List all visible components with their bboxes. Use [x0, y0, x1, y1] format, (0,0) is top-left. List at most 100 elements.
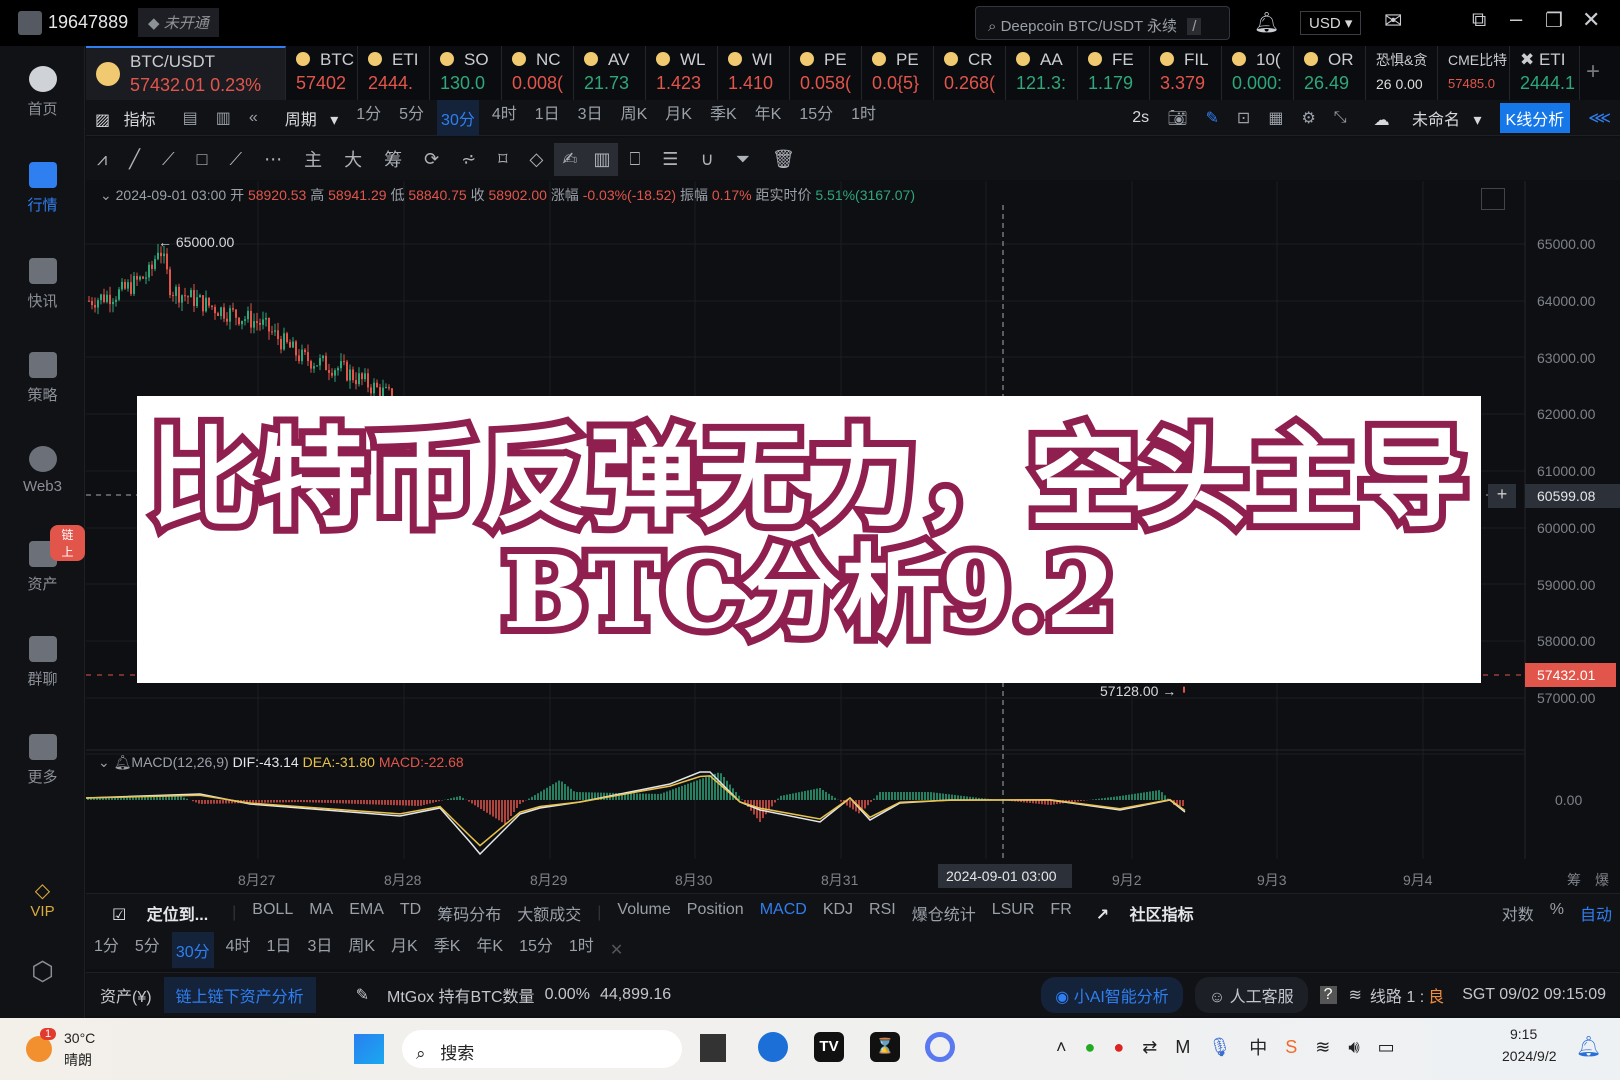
kline-analysis-button[interactable]: K线分析	[1499, 102, 1571, 133]
bookmark-icon[interactable]: ⌑	[498, 149, 507, 170]
main-force-button[interactable]: 主	[304, 146, 322, 172]
bell-icon[interactable]: 🔔︎	[1254, 10, 1279, 35]
tray-switch-icon[interactable]: ⇄	[1142, 1037, 1157, 1058]
ticker-item[interactable]: WI 1.410	[718, 46, 790, 100]
sidebar-item-chat[interactable]: 群聊	[0, 636, 85, 689]
chips-button[interactable]: 筹	[384, 146, 402, 172]
sidebar-item-more[interactable]: 更多	[0, 734, 85, 787]
segment-tool-icon[interactable]: ⟋	[229, 149, 242, 170]
windows-start-icon[interactable]	[354, 1034, 384, 1064]
edit-icon[interactable]: ✎	[356, 985, 369, 1005]
ticker-item[interactable]: BTC 57402	[286, 46, 358, 100]
sidebar-item-vip[interactable]: ◇ VIP	[0, 878, 85, 920]
ime-indicator[interactable]: 中	[1249, 1034, 1267, 1060]
indicator-toggle[interactable]: MA	[309, 901, 333, 925]
layout-icon[interactable]: ▥	[216, 108, 231, 128]
sidebar-item-home[interactable]: 首页	[0, 66, 85, 119]
close-icon[interactable]: ✕	[610, 940, 623, 960]
period-tab[interactable]: 1分	[94, 932, 119, 968]
sogou-icon[interactable]: S	[1285, 1037, 1297, 1058]
collapse-icon[interactable]: ⌄	[100, 187, 112, 203]
eraser-icon[interactable]: ◇	[530, 149, 544, 170]
period-tab[interactable]: 季K	[710, 100, 737, 136]
ticker-item[interactable]: PE 0.0{5}	[862, 46, 934, 100]
big-order-button[interactable]: 大	[344, 146, 362, 172]
locate-button[interactable]: ☑ 定位到...	[104, 901, 216, 925]
period-tab[interactable]: 15分	[519, 932, 553, 968]
period-tab[interactable]: 3日	[578, 100, 603, 136]
collapse-icon[interactable]: ⤡	[1334, 109, 1347, 127]
collapse-icon[interactable]: ⌄	[98, 754, 110, 770]
notification-bell-icon[interactable]: 🔔︎	[1576, 1034, 1601, 1059]
wifi-icon[interactable]: ≋	[1315, 1037, 1330, 1058]
period-tab[interactable]: 季K	[434, 932, 461, 968]
log-scale-toggle[interactable]: 对数	[1502, 901, 1534, 925]
edit-list-icon[interactable]: ☰	[662, 149, 678, 170]
filter-icon[interactable]: ⏷	[736, 149, 750, 170]
pencil-icon[interactable]: ✎	[1206, 108, 1219, 128]
fullscreen-icon[interactable]	[1481, 188, 1505, 210]
ticker-main[interactable]: BTC/USDT 57432.01 0.23%	[86, 46, 286, 100]
taskbar-clock[interactable]: 9:15	[1510, 1026, 1537, 1042]
minimize-icon[interactable]: –	[1510, 6, 1522, 32]
line-tool-icon[interactable]: ╱	[129, 149, 140, 170]
lock-icon[interactable]: ⎕	[629, 149, 640, 170]
period-tab[interactable]: 1日	[267, 932, 292, 968]
mail-icon[interactable]: ✉	[1384, 8, 1402, 34]
avatar[interactable]	[18, 11, 42, 35]
indicator-toggle[interactable]: Position	[687, 901, 744, 925]
community-indicators-button[interactable]: ↗ 社区指标	[1088, 901, 1202, 925]
alert-bell-icon[interactable]: 🔔︎	[114, 754, 132, 770]
refresh-interval[interactable]: 2s	[1132, 109, 1149, 127]
app-deepcoin-icon[interactable]	[758, 1032, 788, 1062]
microphone-icon[interactable]: 🎙︎	[1208, 1037, 1231, 1058]
ticker-cme[interactable]: CME比特 57485.0	[1438, 46, 1510, 100]
task-view-icon[interactable]	[700, 1034, 726, 1062]
period-tab[interactable]: 5分	[135, 932, 160, 968]
close-icon[interactable]: ✕	[1582, 7, 1600, 33]
settings-icon[interactable]: ⚙	[1301, 108, 1315, 128]
indicator-toggle[interactable]: MACD	[760, 901, 807, 925]
ticker-item[interactable]: AV 21.73	[574, 46, 646, 100]
indicator-toggle[interactable]: 爆仓统计	[912, 901, 976, 925]
period-tab[interactable]: 月K	[391, 932, 418, 968]
layout-save-dropdown[interactable]: ☁ 未命名 ▾	[1365, 106, 1482, 130]
settings-icon[interactable]: ⬡	[0, 956, 85, 987]
rect-tool-icon[interactable]: □	[197, 149, 208, 170]
more-tools-icon[interactable]: ⋯	[264, 149, 282, 170]
currency-select[interactable]: USD ▾	[1300, 11, 1362, 35]
sidebar-item-assets[interactable]: 资产 链上	[0, 525, 85, 594]
calendar-icon[interactable]: ▤	[183, 108, 198, 128]
period-tab[interactable]: 4时	[226, 932, 251, 968]
period-tab[interactable]: 1时	[569, 932, 594, 968]
crosshair-add-icon[interactable]: +	[1488, 484, 1516, 508]
indicator-toggle[interactable]: Volume	[617, 901, 670, 925]
period-tab[interactable]: 年K	[476, 932, 503, 968]
indicator-toggle[interactable]: BOLL	[252, 901, 293, 925]
ticker-item[interactable]: SO 130.0	[430, 46, 502, 100]
period-tab[interactable]: 30分	[437, 99, 479, 136]
indicator-toggle[interactable]: 筹码分布	[437, 901, 501, 925]
rewind-icon[interactable]: «	[249, 109, 258, 127]
candles-icon[interactable]: ▥	[585, 142, 619, 176]
indicator-toggle[interactable]: 大额成交	[517, 901, 581, 925]
ticker-eth[interactable]: ✖ ETI 2444.1	[1510, 46, 1580, 100]
tray-m-icon[interactable]: M	[1175, 1037, 1190, 1058]
period-tab[interactable]: 周K	[621, 100, 648, 136]
ticker-item[interactable]: FE 1.179	[1078, 46, 1150, 100]
tray-v-icon[interactable]: ●	[1113, 1037, 1124, 1058]
magnet-icon[interactable]: ∪	[700, 149, 713, 170]
period-tab[interactable]: 1分	[356, 100, 381, 136]
measure-icon[interactable]: ⩫	[461, 149, 476, 170]
ticker-item[interactable]: FIL 3.379	[1150, 46, 1222, 100]
template-icon[interactable]: ▦	[1268, 108, 1283, 128]
customer-service-button[interactable]: ☺ 人工客服	[1194, 976, 1308, 1013]
ticker-fear-greed[interactable]: 恐惧&贪 26 0.00	[1366, 46, 1438, 100]
chips-toggle[interactable]: 筹	[1567, 870, 1581, 890]
ai-analysis-button[interactable]: ◉ 小AI智能分析	[1041, 976, 1183, 1013]
indicator-toggle[interactable]: EMA	[349, 901, 384, 925]
ticker-item[interactable]: CR 0.268(	[934, 46, 1006, 100]
battery-icon[interactable]: ▭	[1378, 1037, 1395, 1058]
ticker-item[interactable]: 10(0.000:	[1222, 46, 1294, 100]
share-icon[interactable]: ⋘	[1588, 108, 1611, 128]
